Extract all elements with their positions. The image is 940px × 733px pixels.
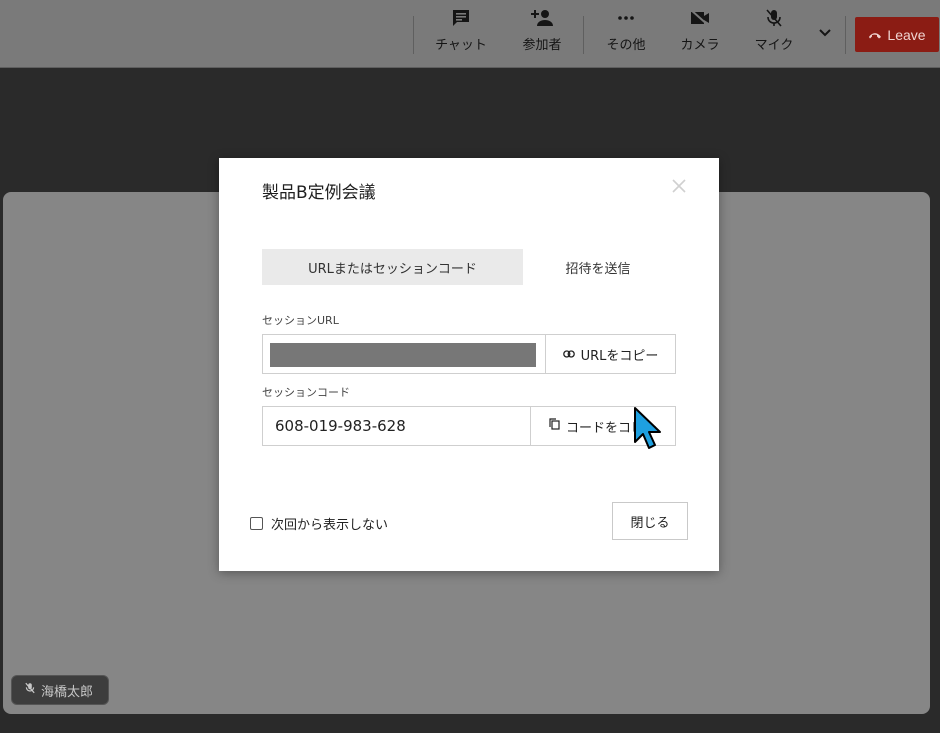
dialog-title: 製品B定例会議 bbox=[262, 183, 376, 203]
toolbar-divider bbox=[413, 16, 414, 54]
toolbar-divider bbox=[583, 16, 584, 54]
participant-name: 海橋太郎 bbox=[41, 684, 94, 700]
camera-off-icon bbox=[674, 8, 726, 30]
chevron-down-icon[interactable] bbox=[815, 22, 835, 42]
mic-off-icon bbox=[24, 682, 36, 698]
session-code-value: 608-019-983-628 bbox=[275, 417, 406, 435]
tab-send-invite[interactable]: 招待を送信 bbox=[523, 249, 673, 285]
mic-off-icon bbox=[748, 8, 800, 30]
chat-button[interactable]: チャット bbox=[430, 8, 492, 58]
session-url-field[interactable]: URLをコピー bbox=[262, 334, 676, 374]
dont-show-label: 次回から表示しない bbox=[271, 518, 389, 533]
participants-button[interactable]: 参加者 bbox=[516, 8, 568, 58]
close-icon[interactable] bbox=[669, 176, 689, 196]
session-code-label: セッションコード bbox=[262, 386, 350, 399]
add-person-icon bbox=[516, 8, 568, 30]
more-button[interactable]: その他 bbox=[600, 8, 652, 58]
mouse-cursor-icon bbox=[633, 406, 663, 452]
copy-url-button[interactable]: URLをコピー bbox=[545, 334, 676, 374]
leave-label: Leave bbox=[887, 26, 926, 43]
toolbar-divider bbox=[845, 16, 846, 54]
camera-label: カメラ bbox=[680, 38, 720, 53]
redacted-url bbox=[270, 343, 536, 367]
hang-up-icon bbox=[868, 27, 882, 43]
invite-dialog: 製品B定例会議 URLまたはセッションコード 招待を送信 セッションURL UR… bbox=[219, 158, 719, 571]
participant-name-tag: 海橋太郎 bbox=[11, 675, 109, 705]
mic-button[interactable]: マイク bbox=[748, 8, 800, 58]
leave-button[interactable]: Leave bbox=[855, 17, 939, 52]
dont-show-checkbox-row[interactable]: 次回から表示しない bbox=[250, 514, 388, 533]
chat-icon bbox=[430, 8, 492, 30]
session-code-field[interactable]: 608-019-983-628 コードをコピー bbox=[262, 406, 676, 446]
link-icon bbox=[562, 347, 575, 362]
copy-url-label: URLをコピー bbox=[580, 348, 659, 364]
mic-label: マイク bbox=[754, 38, 794, 53]
more-dots-icon bbox=[600, 8, 652, 30]
meeting-toolbar: チャット 参加者 その他 カメラ マイク Leave bbox=[0, 0, 940, 68]
dont-show-checkbox[interactable] bbox=[250, 517, 263, 530]
more-label: その他 bbox=[606, 38, 646, 53]
camera-button[interactable]: カメラ bbox=[674, 8, 726, 58]
session-url-label: セッションURL bbox=[262, 314, 339, 327]
close-button[interactable]: 閉じる bbox=[612, 502, 688, 540]
participants-label: 参加者 bbox=[522, 38, 562, 53]
chat-label: チャット bbox=[435, 38, 487, 53]
copy-icon bbox=[549, 418, 560, 434]
tab-url-or-code[interactable]: URLまたはセッションコード bbox=[262, 249, 523, 285]
